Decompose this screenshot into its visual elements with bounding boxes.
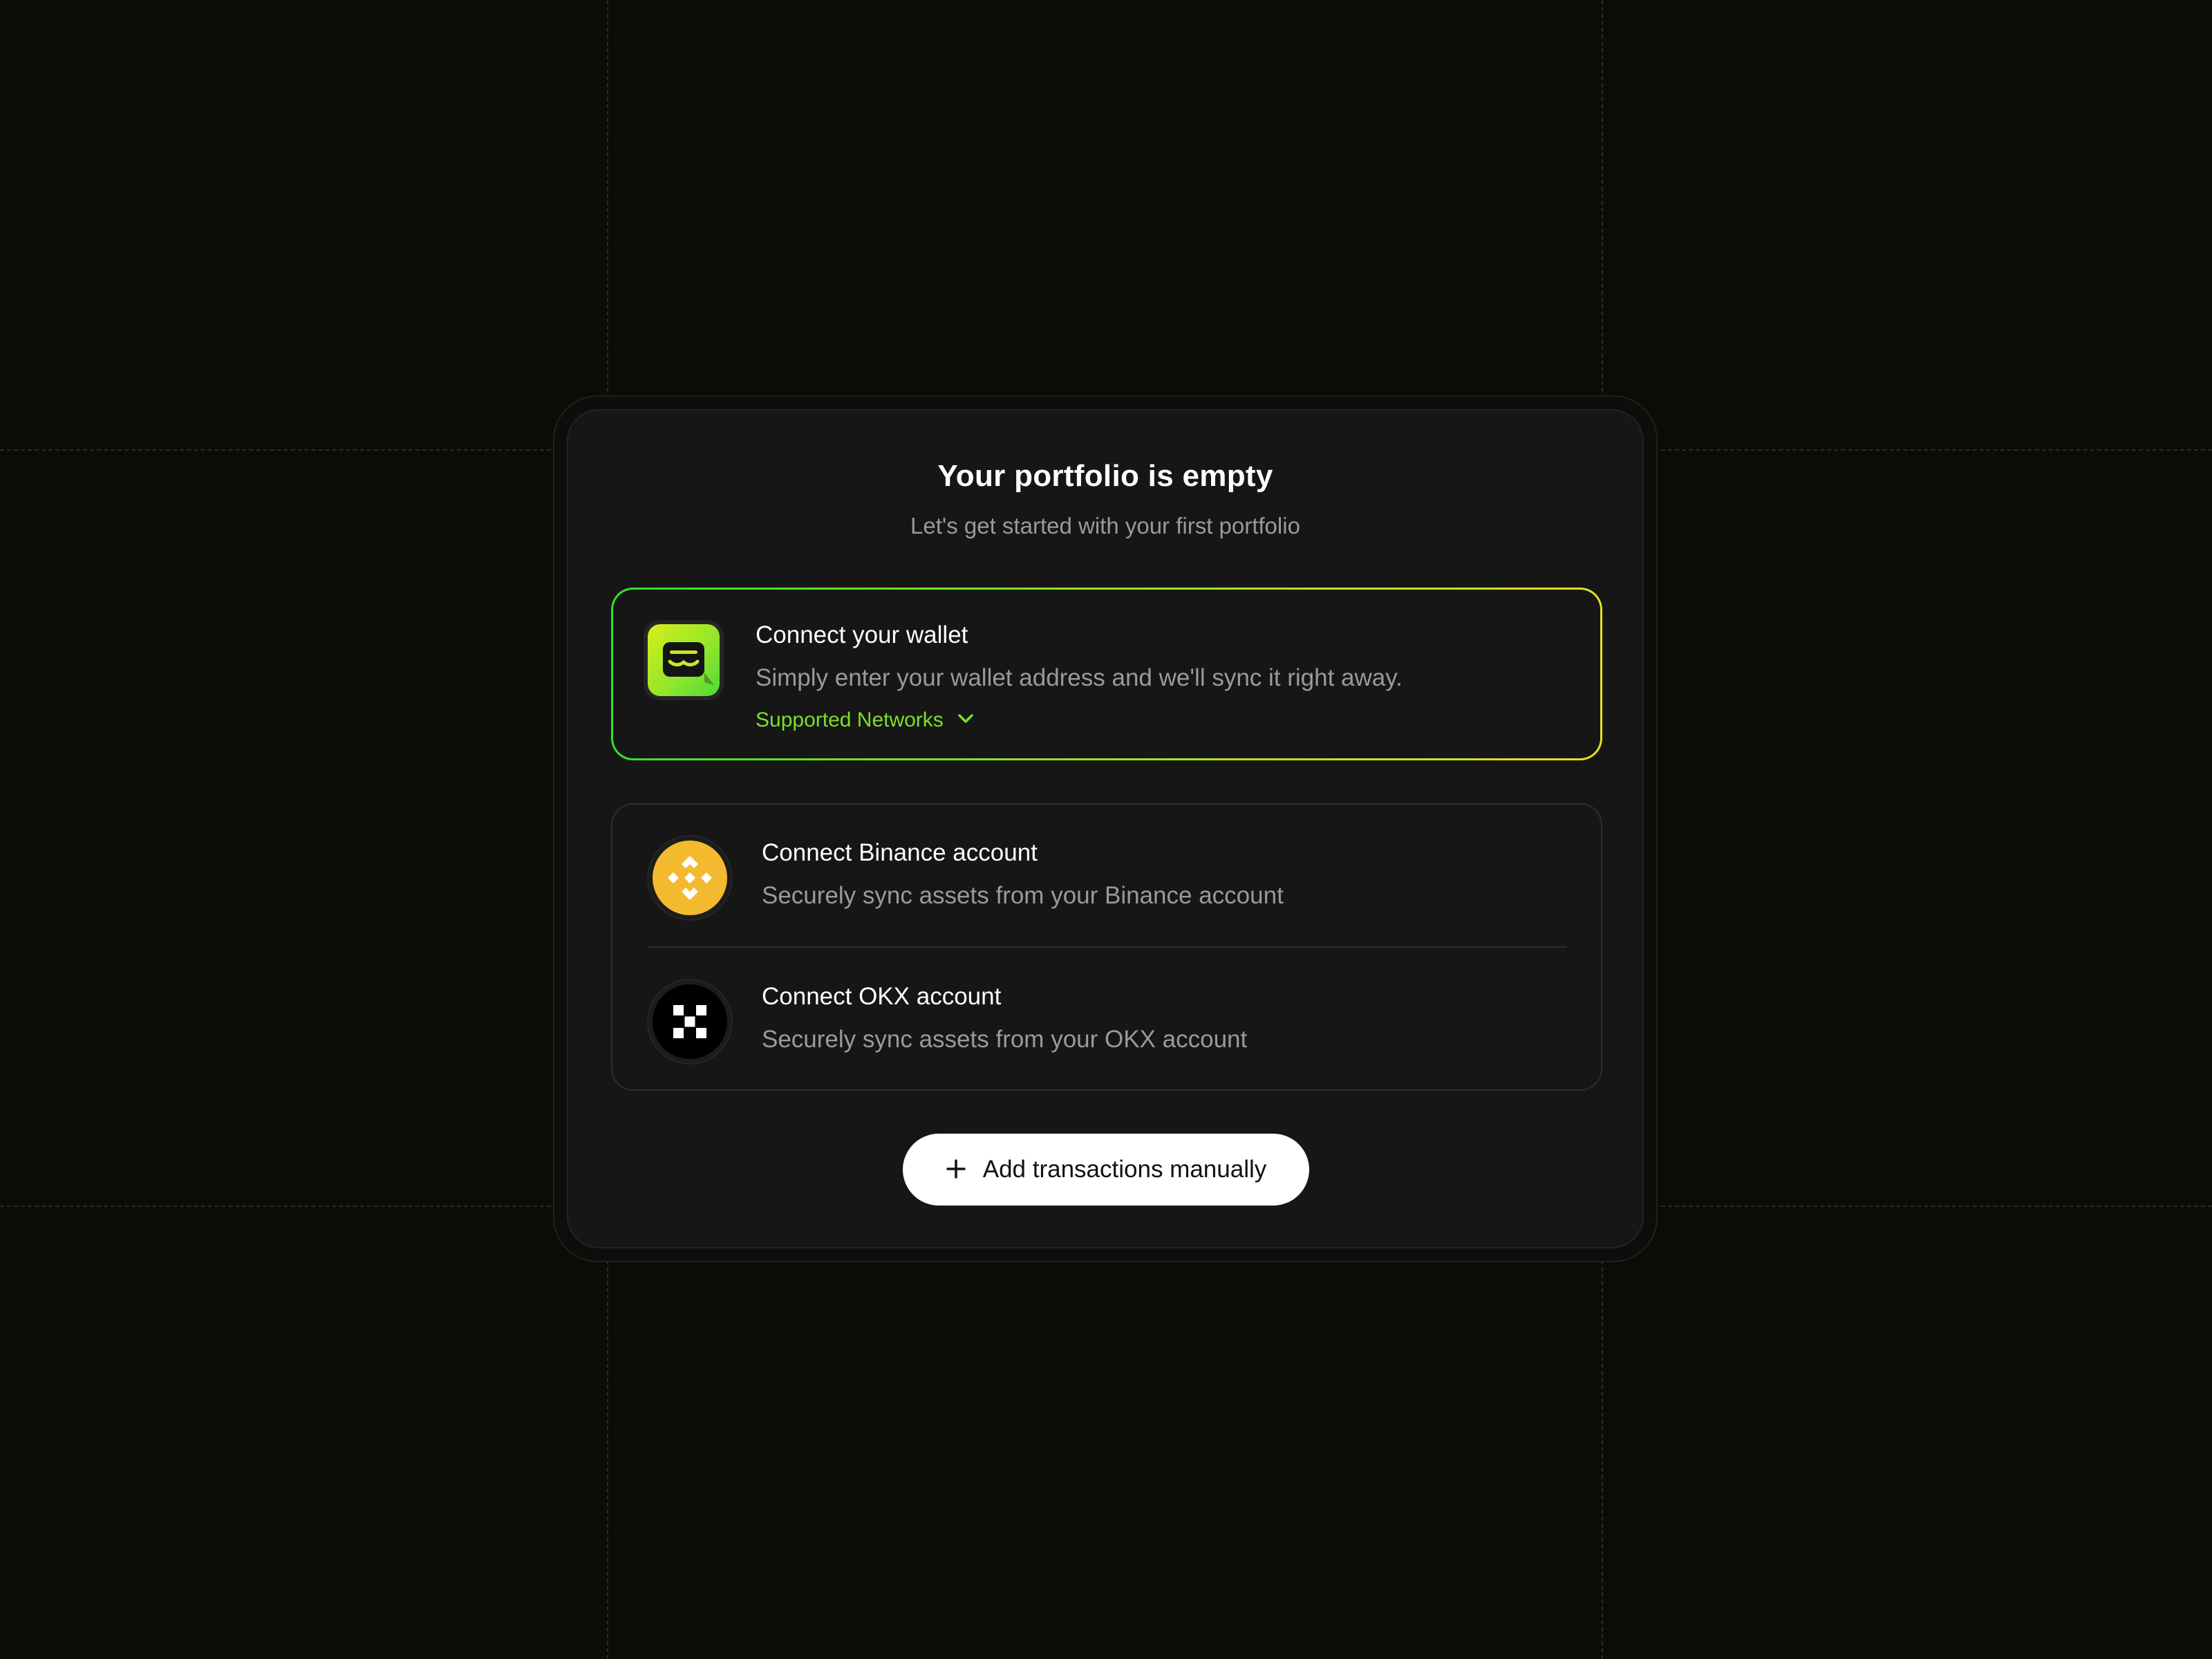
okx-logo-icon [647,979,733,1065]
supported-networks-label: Supported Networks [756,709,944,731]
exchange-options-group: Connect Binance account Securely sync as… [611,803,1602,1091]
binance-option-description: Securely sync assets from your Binance a… [762,882,1284,909]
connect-wallet-option[interactable]: Connect your wallet Simply enter your wa… [611,588,1602,760]
connect-binance-option[interactable]: Connect Binance account Securely sync as… [612,805,1601,948]
page-subtitle: Let's get started with your first portfo… [910,513,1300,538]
page-title: Your portfolio is empty [937,459,1273,493]
okx-option-title: Connect OKX account [762,983,1002,1010]
empty-portfolio-card: Your portfolio is empty Let's get starte… [567,409,1644,1248]
binance-logo-icon [647,835,733,921]
wallet-option-description: Simply enter your wallet address and we'… [756,664,1403,691]
okx-option-description: Securely sync assets from your OKX accou… [762,1026,1248,1053]
supported-networks-toggle[interactable]: Supported Networks [756,709,974,732]
plus-icon [946,1159,966,1181]
add-transactions-label: Add transactions manually [982,1156,1267,1183]
chevron-down-icon [957,713,974,728]
wallet-icon [644,620,724,700]
row-divider [647,946,1566,948]
connect-okx-option[interactable]: Connect OKX account Securely sync assets… [612,948,1601,1091]
wallet-option-title: Connect your wallet [756,621,968,648]
binance-option-title: Connect Binance account [762,839,1038,866]
add-transactions-manually-button[interactable]: Add transactions manually [903,1134,1309,1206]
